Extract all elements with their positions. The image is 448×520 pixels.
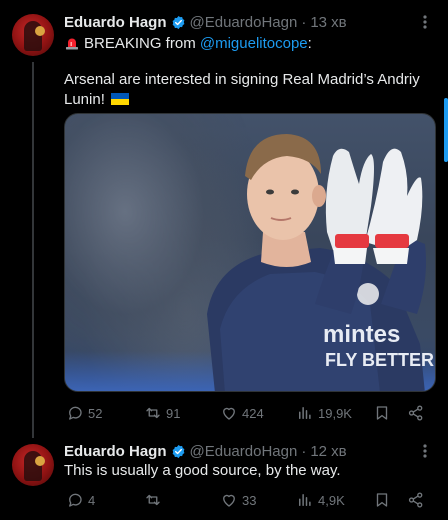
siren-icon <box>66 38 78 50</box>
svg-text:mintes: mintes <box>323 321 400 348</box>
reply-icon <box>69 406 82 420</box>
share-icon <box>408 405 423 421</box>
author-handle[interactable]: @EduardoHagn <box>190 443 298 460</box>
avatar[interactable] <box>12 14 54 56</box>
reply-button[interactable]: 52 <box>66 403 102 423</box>
share-button[interactable] <box>407 403 429 423</box>
tweet-header: Eduardo Hagn @EduardoHagn · 13 хв <box>64 12 347 32</box>
timestamp[interactable]: 12 хв <box>310 443 346 460</box>
repost-button[interactable]: 91 <box>144 403 180 423</box>
author-name[interactable]: Eduardo Hagn <box>64 443 167 460</box>
separator-dot: · <box>301 13 307 31</box>
tweet[interactable]: Eduardo Hagn @EduardoHagn · 12 хв This i… <box>0 436 448 520</box>
reply-count: 52 <box>88 405 103 421</box>
breaking-colon: : <box>307 35 312 52</box>
tweet-header: Eduardo Hagn @EduardoHagn · 12 хв <box>64 441 347 461</box>
share-icon <box>408 492 423 508</box>
share-button[interactable] <box>407 490 429 510</box>
bookmark-button[interactable] <box>373 403 395 423</box>
goalkeeper-figure: mintes FLY BETTER <box>207 134 434 391</box>
svg-text:FLY BETTER: FLY BETTER <box>325 350 434 370</box>
breaking-label: BREAKING from <box>84 35 196 52</box>
timestamp[interactable]: 13 хв <box>310 14 346 31</box>
like-icon <box>223 407 235 420</box>
repost-button[interactable] <box>144 490 166 510</box>
views-count: 4,9K <box>318 492 345 508</box>
repost-icon <box>146 407 160 419</box>
tweet-text: This is usually a good source, by the wa… <box>64 462 341 479</box>
tweet-actions: 4 33 4,9K <box>64 490 436 510</box>
author-handle[interactable]: @EduardoHagn <box>190 14 298 31</box>
like-button[interactable]: 33 <box>220 490 256 510</box>
like-icon <box>223 494 235 507</box>
more-icon[interactable] <box>416 441 434 461</box>
tweet-actions: 52 91 424 19,9K <box>64 403 436 423</box>
views-count: 19,9K <box>318 405 352 421</box>
separator-dot: · <box>301 442 307 460</box>
breaking-line: BREAKING from @miguelitocope: <box>64 34 436 54</box>
tweet-photo[interactable]: mintes FLY BETTER <box>64 113 436 392</box>
verified-badge-icon <box>172 15 184 29</box>
repost-count: 91 <box>166 405 181 421</box>
bookmark-icon <box>376 493 388 507</box>
bookmark-icon <box>376 406 388 420</box>
author-name[interactable]: Eduardo Hagn <box>64 14 167 31</box>
like-count: 33 <box>242 492 257 508</box>
more-icon[interactable] <box>416 12 434 32</box>
reply-button[interactable]: 4 <box>66 490 95 510</box>
views-icon <box>299 407 311 419</box>
ukraine-flag-icon <box>111 93 130 105</box>
avatar-crest <box>35 26 45 36</box>
reply-count: 4 <box>88 492 96 508</box>
mention-link[interactable]: @miguelitocope <box>200 35 308 52</box>
avatar[interactable] <box>12 444 54 486</box>
like-count: 424 <box>242 405 264 421</box>
views-icon <box>299 494 311 506</box>
views-button[interactable]: 19,9K <box>296 403 352 423</box>
tweet[interactable]: Eduardo Hagn @EduardoHagn · 13 хв BREAKI… <box>0 0 448 436</box>
reply-icon <box>69 493 82 507</box>
avatar-crest <box>35 456 45 466</box>
repost-icon <box>146 494 160 506</box>
verified-badge-icon <box>172 444 184 458</box>
like-button[interactable]: 424 <box>220 403 264 423</box>
views-button[interactable]: 4,9K <box>296 490 345 510</box>
bookmark-button[interactable] <box>373 490 395 510</box>
tweet-text: Arsenal are interested in signing Real M… <box>64 70 436 110</box>
